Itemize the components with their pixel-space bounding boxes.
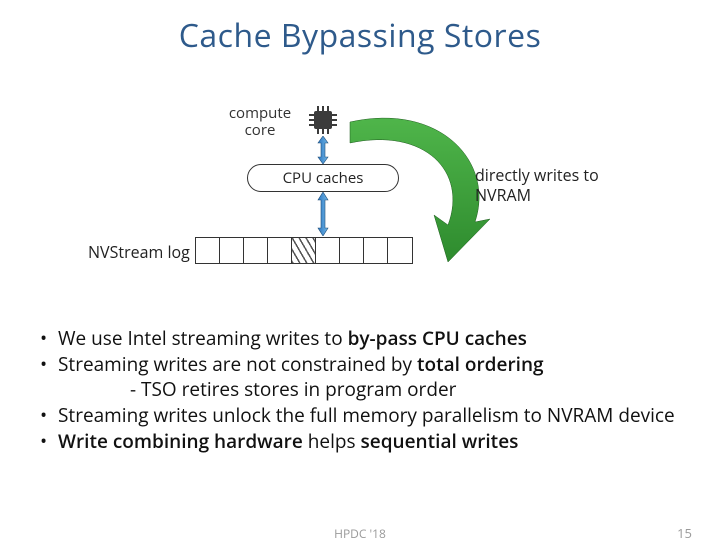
log-cell bbox=[340, 238, 364, 263]
footer-venue: HPDC '18 bbox=[0, 525, 720, 542]
bypass-annotation: directly writes toNVRAM bbox=[475, 165, 635, 205]
bullet-2-sub: - TSO retires stores in program order bbox=[40, 377, 680, 401]
bullet-4: Write combining hardware helps sequentia… bbox=[40, 429, 680, 453]
footer-page-number: 15 bbox=[677, 524, 692, 542]
log-cell bbox=[244, 238, 268, 263]
compute-core-label: computecore bbox=[225, 105, 295, 138]
diagram-area: computecore CPU caches bbox=[0, 57, 720, 272]
bullet-1: We use Intel streaming writes to by-pass… bbox=[40, 326, 680, 350]
nvstream-log-label: NVStream log bbox=[88, 241, 190, 263]
arrow-cache-log bbox=[316, 192, 330, 236]
bullet-list: We use Intel streaming writes to by-pass… bbox=[40, 326, 680, 456]
log-cell bbox=[316, 238, 340, 263]
arrow-chip-cache bbox=[316, 136, 330, 164]
nvstream-log-strip bbox=[195, 237, 413, 264]
log-cell bbox=[268, 238, 292, 263]
log-cell bbox=[220, 238, 244, 263]
bullet-2: Streaming writes are not constrained by … bbox=[40, 352, 680, 376]
log-cell bbox=[388, 238, 412, 263]
slide-title: Cache Bypassing Stores bbox=[0, 14, 720, 57]
log-cell bbox=[292, 238, 316, 263]
log-cell bbox=[196, 238, 220, 263]
bullet-3: Streaming writes unlock the full memory … bbox=[40, 403, 680, 427]
log-cell bbox=[364, 238, 388, 263]
